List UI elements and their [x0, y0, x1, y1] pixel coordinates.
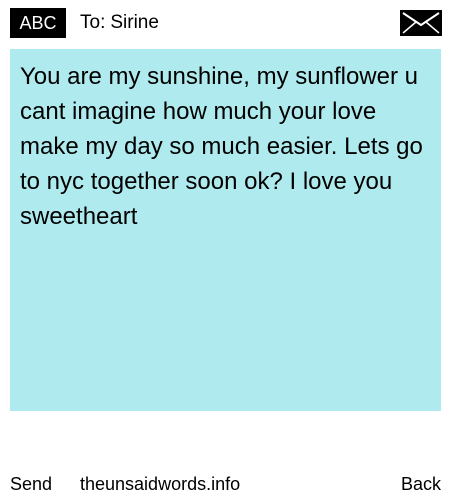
recipient-name: Sirine [110, 12, 159, 33]
envelope-icon [400, 10, 442, 36]
message-header: ABC To: Sirine [0, 0, 450, 45]
to-label: To: [80, 12, 106, 33]
send-button[interactable]: Send [10, 472, 52, 496]
site-label: theunsaidwords.info [80, 474, 241, 494]
message-body[interactable]: You are my sunshine, my sunflower u cant… [10, 49, 441, 411]
input-mode-badge: ABC [10, 8, 66, 38]
recipient-field[interactable]: To: Sirine [80, 10, 159, 36]
back-button[interactable]: Back [401, 472, 441, 496]
